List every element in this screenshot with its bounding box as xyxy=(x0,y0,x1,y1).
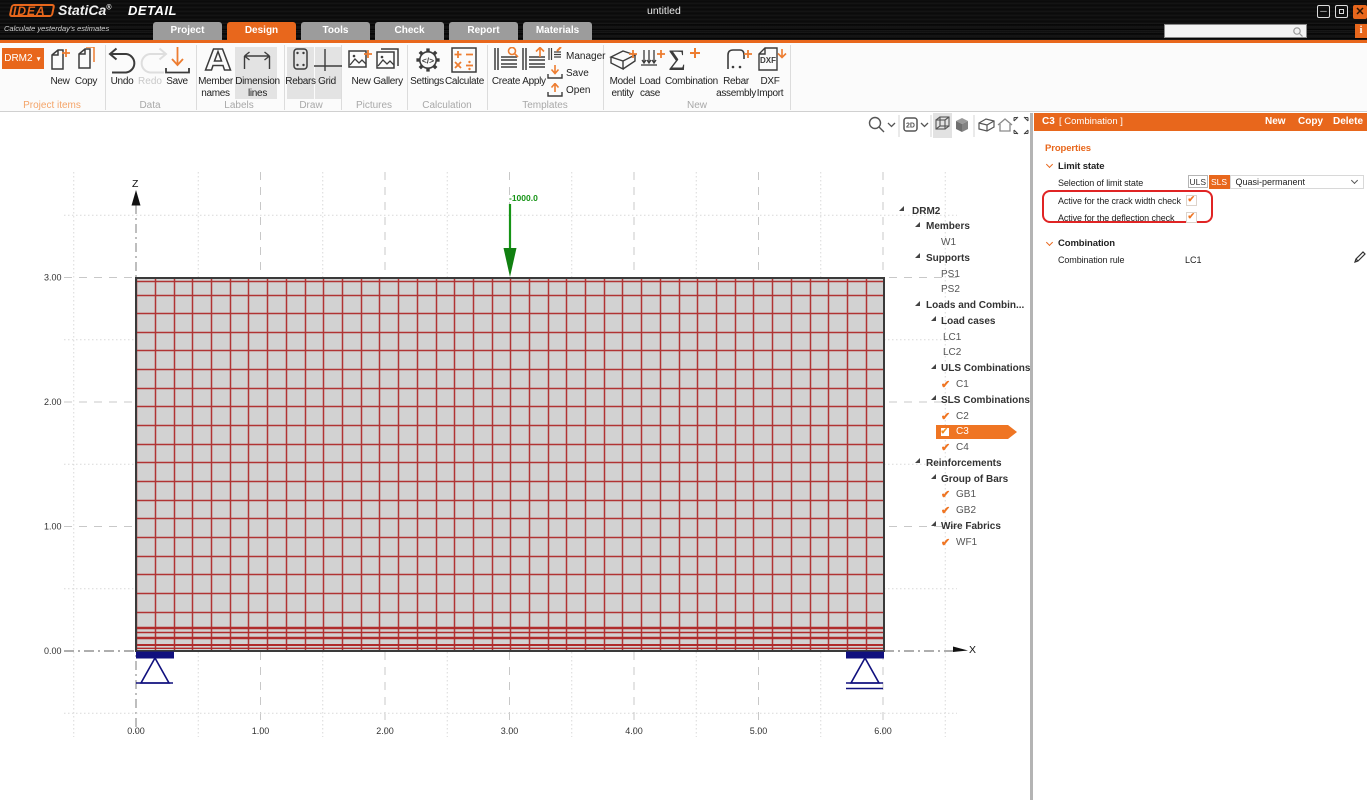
svg-text:X: X xyxy=(969,644,976,656)
svg-text:3.00: 3.00 xyxy=(501,726,519,736)
svg-text:Z: Z xyxy=(132,178,139,190)
svg-text:3.00: 3.00 xyxy=(44,273,62,283)
svg-text:DXF: DXF xyxy=(760,56,776,65)
svg-text:Σ: Σ xyxy=(668,46,685,73)
svg-text:0.00: 0.00 xyxy=(44,646,62,656)
svg-text:2D: 2D xyxy=(906,123,915,130)
svg-text:1.00: 1.00 xyxy=(252,726,270,736)
svg-text:2.00: 2.00 xyxy=(376,726,394,736)
svg-text:-1000.0: -1000.0 xyxy=(509,193,538,203)
svg-text:5.00: 5.00 xyxy=(750,726,768,736)
svg-text:2.00: 2.00 xyxy=(44,397,62,407)
svg-text:4.00: 4.00 xyxy=(625,726,643,736)
svg-text:0.00: 0.00 xyxy=(127,726,145,736)
svg-text:6.00: 6.00 xyxy=(874,726,892,736)
svg-text:1.00: 1.00 xyxy=(44,522,62,532)
svg-text:</>: </> xyxy=(422,56,434,66)
